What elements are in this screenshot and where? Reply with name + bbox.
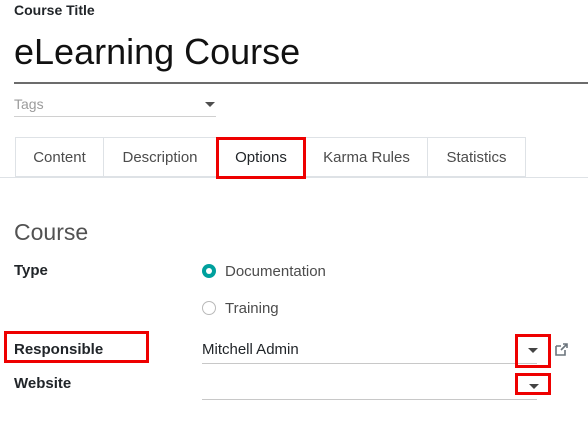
tab-description[interactable]: Description [103,137,217,177]
caret-down-icon[interactable] [205,102,215,107]
tabs-baseline [0,177,588,178]
tags-input[interactable] [14,94,194,114]
tags-field[interactable] [14,94,216,117]
radio-label: Documentation [225,262,326,280]
tab-label: Options [235,148,287,166]
tab-options[interactable]: Options [216,137,306,177]
tab-label: Description [122,148,198,166]
external-link-icon[interactable] [553,342,569,358]
responsible-field[interactable]: Mitchell Admin [202,339,538,364]
section-title: Course [14,219,89,245]
tab-label: Karma Rules [323,148,410,166]
responsible-dropdown-button[interactable] [519,339,547,363]
type-option-documentation[interactable]: Documentation [202,261,326,281]
tab-content[interactable]: Content [15,137,104,177]
radio-label: Training [225,299,279,317]
caret-down-icon [528,348,538,353]
tab-karma-rules[interactable]: Karma Rules [305,137,428,177]
tab-label: Content [33,148,86,166]
website-dropdown-button[interactable] [520,375,548,399]
tab-statistics[interactable]: Statistics [427,137,526,177]
radio-checked-icon[interactable] [202,264,216,278]
course-name-underline [14,82,588,84]
type-label: Type [14,262,48,279]
website-field[interactable] [202,375,539,400]
website-label: Website [14,375,72,392]
course-name-field[interactable]: eLearning Course [14,30,300,74]
radio-unchecked-icon[interactable] [202,301,216,315]
responsible-value: Mitchell Admin [202,341,299,358]
course-title-label: Course Title [14,2,95,18]
responsible-label: Responsible [14,341,104,358]
caret-down-icon [529,384,539,389]
type-option-training[interactable]: Training [202,298,279,318]
tab-label: Statistics [446,148,507,166]
